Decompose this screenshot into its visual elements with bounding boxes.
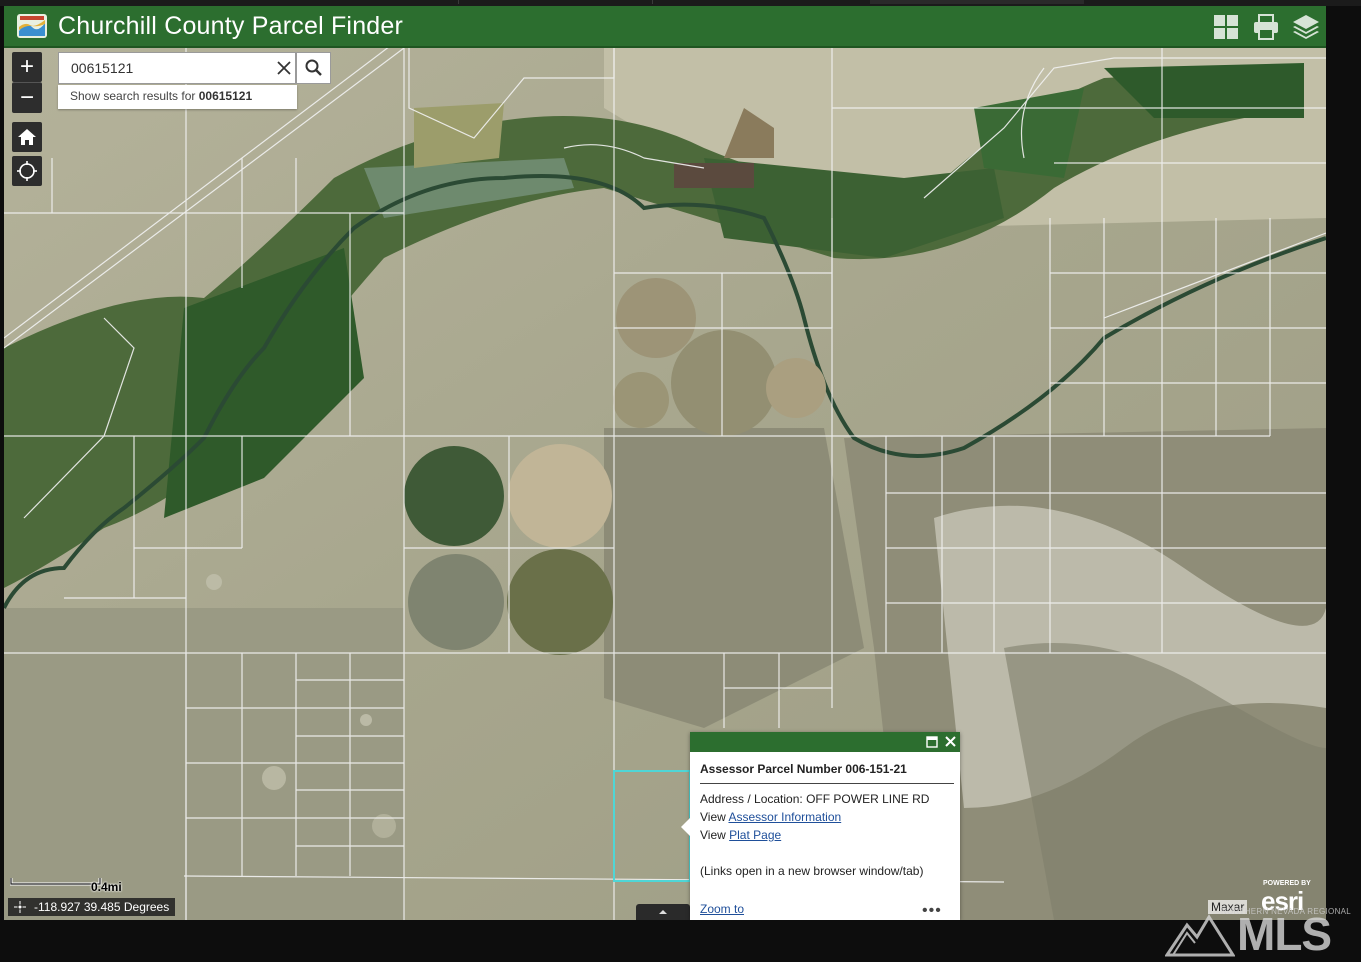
basemap-gallery-icon[interactable]: [1212, 13, 1240, 41]
plat-page-link[interactable]: Plat Page: [729, 828, 781, 842]
assessor-row: View Assessor Information: [700, 810, 841, 824]
suggestion-prefix: Show search results for: [70, 89, 196, 103]
satellite-imagery: [4, 48, 1326, 920]
parcel-popup: Assessor Parcel Number 006-151-21 Addres…: [681, 732, 960, 920]
home-icon: [18, 129, 36, 145]
coordinate-text: -118.927 39.485 Degrees: [34, 900, 170, 914]
zoom-out-label: −: [19, 84, 34, 111]
mls-watermark: NORTHERN NEVADA REGIONAL MLS: [1165, 905, 1357, 960]
county-seal-icon: [17, 14, 47, 38]
popup-note: (Links open in a new browser window/tab): [700, 864, 924, 878]
crosshair-icon: [14, 901, 26, 913]
view-label: View: [700, 828, 726, 842]
locate-icon: [17, 161, 37, 181]
scale-label: 0.4mi: [91, 880, 122, 894]
search-input[interactable]: [59, 53, 269, 83]
address-row: Address / Location: OFF POWER LINE RD: [700, 792, 929, 806]
zoom-in-button[interactable]: +: [12, 52, 42, 82]
mountain-logo-icon: [1165, 914, 1235, 957]
popup-header: [690, 732, 960, 752]
attribute-table-toggle[interactable]: [636, 904, 690, 920]
mls-wordmark: MLS: [1237, 908, 1332, 960]
layer-list-icon[interactable]: [1292, 13, 1320, 41]
clear-search-icon[interactable]: [275, 59, 293, 77]
more-actions-button[interactable]: •••: [922, 902, 942, 920]
zoom-to-link[interactable]: Zoom to: [700, 902, 744, 916]
suggestion-term: 00615121: [198, 89, 253, 103]
zoom-in-label: +: [19, 53, 34, 80]
map-view[interactable]: + − Show search results for 00615: [4, 48, 1326, 920]
chevron-up-icon: [659, 910, 667, 914]
close-icon[interactable]: [944, 735, 957, 748]
plat-row: View Plat Page: [700, 828, 781, 842]
search-button[interactable]: [296, 52, 331, 84]
search-icon: [305, 59, 322, 76]
popup-pointer: [681, 818, 690, 836]
maximize-icon[interactable]: [926, 736, 938, 748]
address-label: Address / Location:: [700, 792, 803, 806]
assessor-information-link[interactable]: Assessor Information: [728, 810, 841, 824]
coordinate-readout[interactable]: -118.927 39.485 Degrees: [8, 898, 176, 916]
active-tab[interactable]: [870, 0, 1084, 4]
home-button[interactable]: [12, 122, 42, 152]
tab-divider: [652, 0, 653, 4]
zoom-out-button[interactable]: −: [12, 82, 42, 113]
tab-divider: [458, 0, 459, 4]
locate-button[interactable]: [12, 156, 42, 186]
print-icon[interactable]: [1252, 13, 1280, 41]
popup-title: Assessor Parcel Number 006-151-21: [700, 762, 907, 776]
view-label: View: [700, 810, 726, 824]
search-suggestion[interactable]: Show search results for 00615121: [58, 85, 297, 109]
app-header: Churchill County Parcel Finder: [4, 6, 1326, 48]
search-widget: [58, 52, 296, 84]
popup-divider: [700, 783, 954, 784]
app-title: Churchill County Parcel Finder: [58, 12, 404, 40]
address-value: OFF POWER LINE RD: [806, 792, 930, 806]
